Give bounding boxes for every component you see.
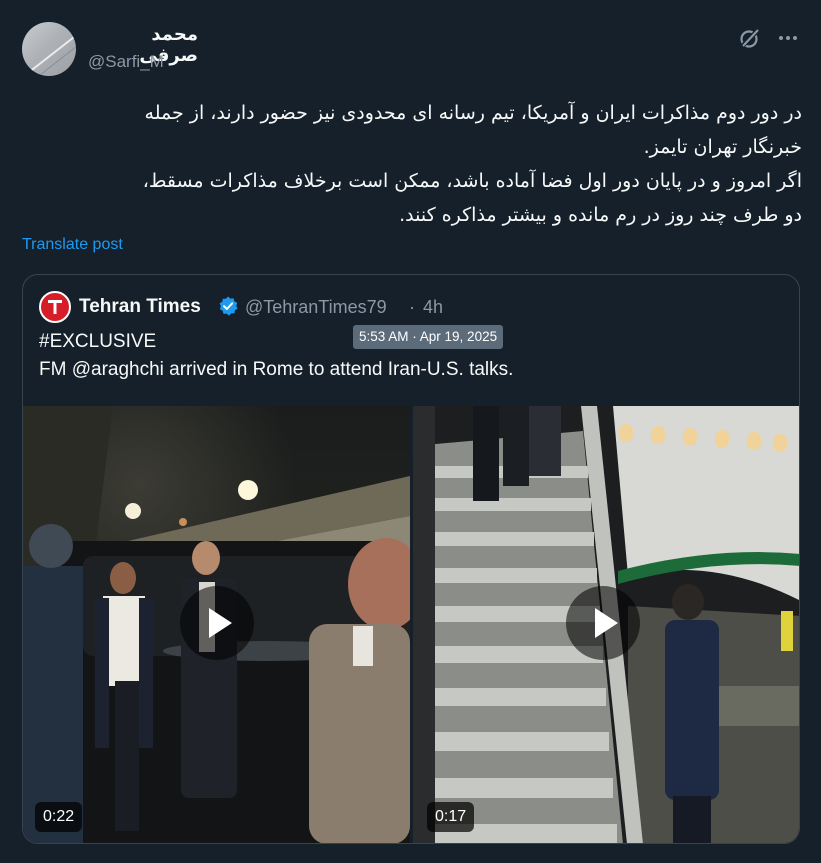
author-handle[interactable]: @Sarfi_M: [88, 52, 164, 72]
translate-post-link[interactable]: Translate post: [22, 236, 123, 254]
quoted-post[interactable]: Tehran Times @TehranTimes79 · 4h 5:53 AM…: [22, 274, 800, 844]
quoted-separator: ·: [409, 297, 415, 317]
post-text-line: اگر امروز و در پایان دور اول فضا آماده ب…: [142, 170, 802, 192]
post-text-line: دو طرف چند روز در رم مانده و بیشتر مذاکر…: [399, 204, 802, 226]
quoted-timestamp[interactable]: 4h: [423, 297, 443, 318]
video-player[interactable]: 0:22: [23, 406, 410, 843]
post-text-line: در دور دوم مذاکرات ایران و آمریکا، تیم ر…: [144, 102, 802, 124]
verified-badge: [217, 295, 239, 317]
verified-icon: [219, 296, 238, 316]
quoted-avatar[interactable]: [39, 291, 71, 323]
timestamp-tooltip: 5:53 AM · Apr 19, 2025: [353, 325, 504, 349]
post-text: در دور دوم مذاکرات ایران و آمریکا، تیم ر…: [20, 96, 802, 232]
quoted-display-name[interactable]: Tehran Times: [79, 296, 201, 318]
play-icon: [209, 608, 232, 638]
author-avatar[interactable]: [22, 22, 76, 76]
quoted-handle[interactable]: @TehranTimes79: [245, 297, 387, 318]
more-icon: [779, 36, 797, 40]
play-button[interactable]: [566, 586, 640, 660]
video-player[interactable]: 0:17: [413, 406, 799, 843]
play-button[interactable]: [180, 586, 254, 660]
tehran-times-logo-icon: [48, 300, 62, 314]
grok-icon: [740, 27, 761, 49]
play-icon: [595, 608, 618, 638]
grok-button[interactable]: [738, 26, 762, 50]
post-text-line: خبرنگار تهران تایمز.: [643, 136, 802, 158]
quoted-text-line: FM @araghchi arrived in Rome to attend I…: [39, 359, 514, 380]
video-duration: 0:17: [427, 802, 475, 832]
quoted-text-line: #EXCLUSIVE: [39, 331, 157, 352]
more-button[interactable]: [776, 26, 800, 50]
video-duration: 0:22: [35, 802, 83, 832]
